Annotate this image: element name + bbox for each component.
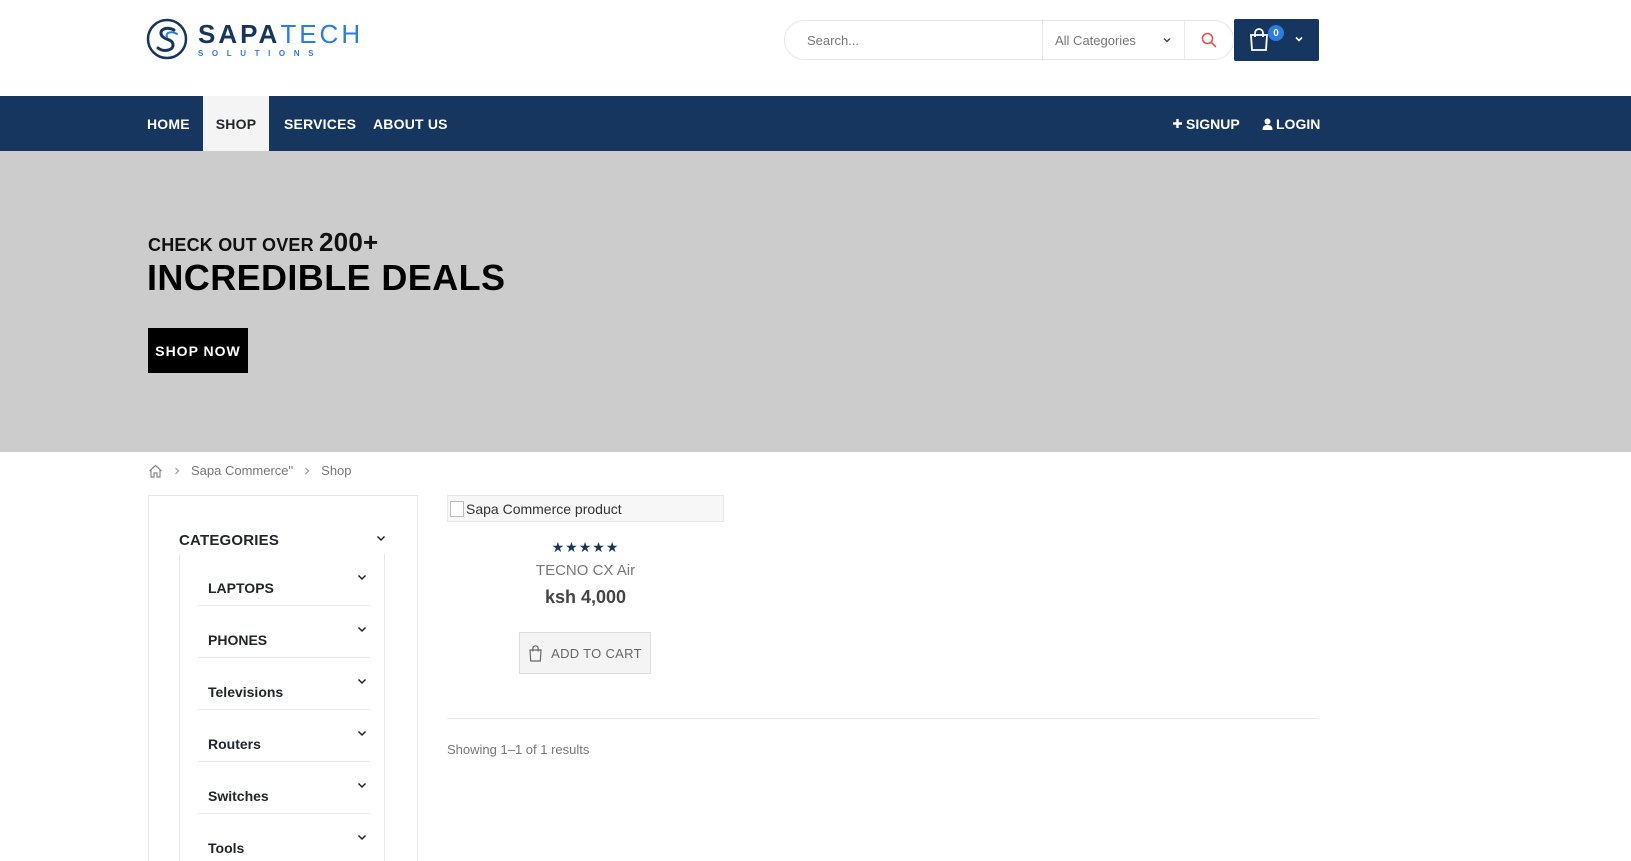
category-select[interactable]: All Categories: [1042, 21, 1184, 59]
category-list: LAPTOPS PHONES Televisions Routers Switc…: [179, 554, 385, 861]
broken-image-icon: [450, 500, 464, 517]
hero-banner: CHECK OUT OVER 200+ INCREDIBLE DEALS SHO…: [0, 151, 1631, 452]
search-icon: [1201, 32, 1217, 48]
product-image-alt: Sapa Commerce product: [466, 500, 622, 517]
home-icon[interactable]: [148, 464, 163, 478]
category-label: Tools: [208, 840, 245, 856]
nav-item-about-us[interactable]: ABOUT US: [373, 96, 448, 151]
chevron-down-icon[interactable]: [375, 532, 387, 544]
category-label: Routers: [208, 736, 261, 752]
chevron-down-icon: [1163, 37, 1171, 43]
product-price: ksh 4,000: [544, 587, 627, 607]
chevron-down-icon[interactable]: [356, 571, 368, 583]
star-icon: ★: [551, 539, 566, 555]
category-label: LAPTOPS: [208, 580, 274, 596]
category-sidebar: CATEGORIES LAPTOPS PHONES Televisions Ro…: [148, 495, 418, 861]
chevron-down-icon: [1295, 36, 1303, 42]
site-header: SAPATECH SOLUTIONS All Categories 0: [0, 0, 1631, 96]
category-item[interactable]: Routers: [198, 710, 370, 762]
login-label: LOGIN: [1276, 115, 1321, 132]
login-link[interactable]: LOGIN: [1262, 96, 1320, 151]
cart-button[interactable]: 0: [1234, 19, 1319, 61]
shop-now-button[interactable]: SHOP NOW: [148, 328, 248, 373]
banner-subheading: CHECK OUT OVER 200+: [148, 227, 379, 257]
shopping-bag-icon: [1250, 28, 1268, 51]
category-item[interactable]: LAPTOPS: [198, 554, 370, 606]
chevron-down-icon[interactable]: [356, 675, 368, 687]
star-icon: ★: [592, 539, 606, 555]
breadcrumb-link[interactable]: Sapa Commerce": [191, 463, 293, 478]
product-image[interactable]: Sapa Commerce product: [447, 495, 724, 522]
nav-item-shop[interactable]: SHOP: [203, 96, 269, 151]
category-item[interactable]: PHONES: [198, 606, 370, 658]
star-icon: ★: [605, 539, 620, 555]
cart-count-badge: 0: [1268, 25, 1284, 41]
chevron-down-icon[interactable]: [356, 779, 368, 791]
nav-item-home[interactable]: HOME: [147, 96, 190, 151]
signup-link[interactable]: SIGNUP: [1172, 96, 1240, 151]
divider: [447, 718, 1319, 719]
rating-stars: ★★★★★: [447, 539, 724, 556]
add-to-cart-button[interactable]: ADD TO CART: [519, 632, 651, 674]
chevron-down-icon[interactable]: [356, 831, 368, 843]
logo-brand: SAPATECH: [198, 18, 364, 49]
main-nav: HOME SHOP SERVICES ABOUT US SIGNUP LOGIN: [0, 96, 1631, 151]
search-bar: All Categories: [784, 20, 1234, 60]
category-label: Switches: [208, 788, 269, 804]
product-card: Sapa Commerce product ★★★★★ TECNO CX Air…: [447, 495, 724, 674]
star-icon: ★: [578, 539, 593, 555]
search-input[interactable]: [785, 21, 1042, 59]
add-to-cart-label: ADD TO CART: [551, 645, 642, 661]
chevron-down-icon[interactable]: [356, 727, 368, 739]
category-label: PHONES: [208, 632, 268, 648]
category-item[interactable]: Televisions: [198, 658, 370, 710]
categories-title[interactable]: CATEGORIES: [179, 532, 279, 549]
banner-heading: INCREDIBLE DEALS: [147, 257, 506, 298]
shopping-bag-icon: [529, 644, 542, 662]
logo-tagline: SOLUTIONS: [198, 48, 323, 58]
signup-label: SIGNUP: [1186, 115, 1240, 132]
nav-item-services[interactable]: SERVICES: [284, 96, 356, 151]
category-select-value: All Categories: [1055, 32, 1136, 48]
chevron-down-icon[interactable]: [356, 623, 368, 635]
category-item[interactable]: Switches: [198, 762, 370, 814]
user-icon: [1262, 118, 1273, 130]
logo-mark-icon: [146, 18, 188, 60]
category-label: Televisions: [208, 684, 284, 700]
star-icon: ★: [565, 539, 579, 555]
logo[interactable]: SAPATECH SOLUTIONS: [146, 18, 363, 60]
category-item[interactable]: Tools: [198, 814, 370, 861]
chevron-right-icon: [303, 466, 311, 476]
breadcrumb: Sapa Commerce" Shop: [148, 463, 352, 478]
product-name[interactable]: TECNO CX Air: [447, 562, 724, 579]
plus-icon: [1173, 119, 1182, 128]
results-count: Showing 1–1 of 1 results: [447, 742, 590, 757]
breadcrumb-current: Shop: [321, 463, 352, 478]
search-button[interactable]: [1184, 21, 1233, 59]
chevron-right-icon: [173, 466, 181, 476]
